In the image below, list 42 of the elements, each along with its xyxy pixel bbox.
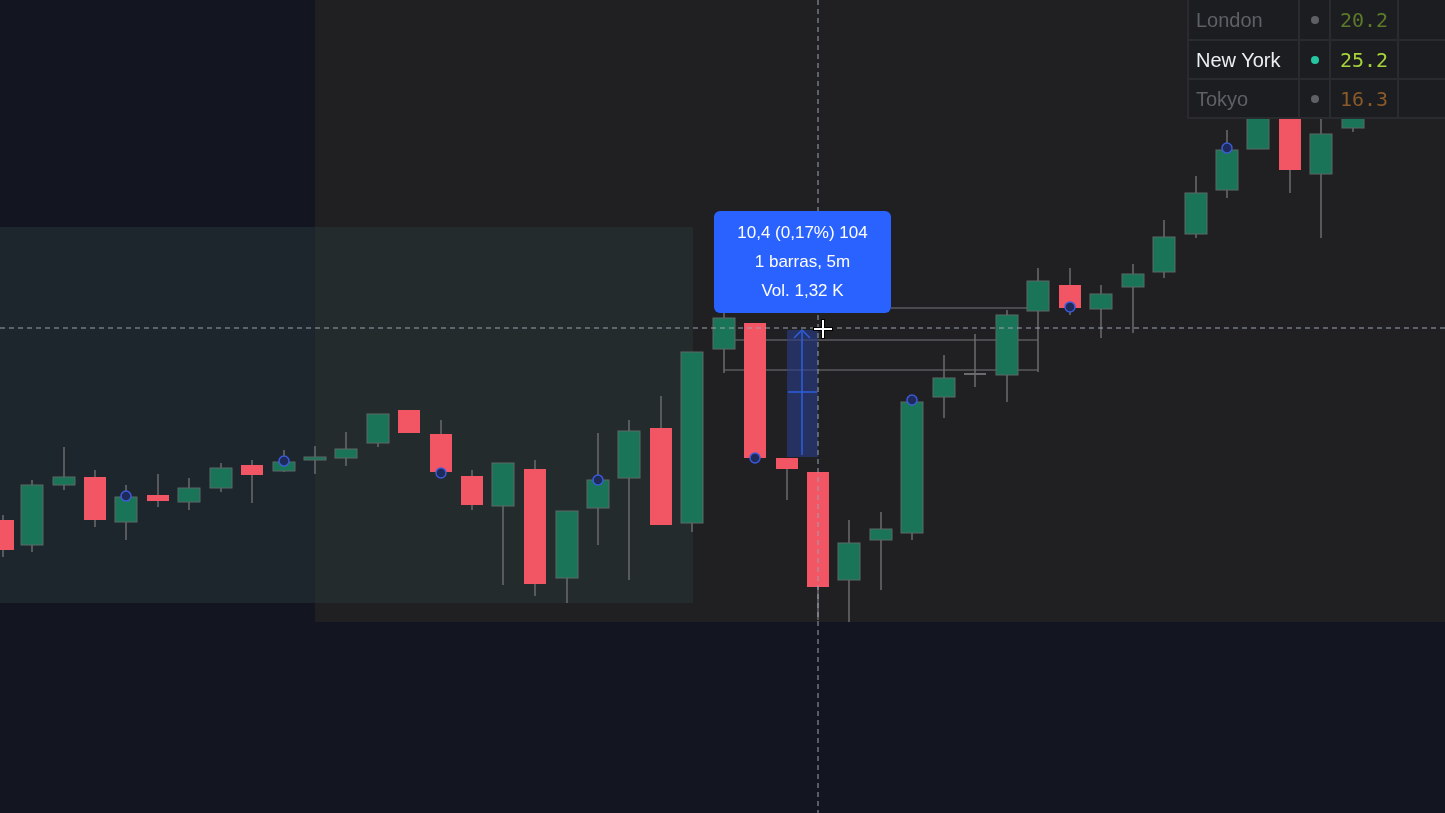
- tooltip-text: Vol. 1,32 K: [761, 280, 844, 302]
- signal-marker: [1064, 301, 1076, 313]
- candle: [84, 469, 106, 528]
- candle: [366, 413, 390, 448]
- candle: [147, 473, 169, 508]
- candle: [1184, 175, 1208, 239]
- candle: [1341, 117, 1365, 133]
- candle: [776, 457, 798, 501]
- candle: [1215, 129, 1239, 199]
- candle: [461, 469, 483, 511]
- session-value: 16.3: [1339, 85, 1389, 113]
- signal-marker: [278, 455, 290, 467]
- signal-marker: [120, 490, 132, 502]
- candle: [52, 446, 76, 491]
- candle: [114, 484, 138, 541]
- signal-marker: [592, 474, 604, 486]
- session-name: Tokyo: [1195, 86, 1250, 112]
- candle: [209, 462, 233, 493]
- candle: [1089, 284, 1113, 339]
- session-value: 25.2: [1339, 46, 1389, 74]
- candle: [241, 459, 263, 504]
- candle: [303, 445, 327, 475]
- candle: [932, 354, 956, 419]
- signal-marker: [1221, 142, 1233, 154]
- tooltip-text: 1 barras, 5m: [754, 251, 851, 273]
- candle: [272, 449, 296, 473]
- doji-candle: [964, 333, 986, 388]
- session-name: London: [1195, 7, 1264, 33]
- candle: [1246, 117, 1270, 150]
- candle: [1152, 219, 1176, 279]
- candle: [334, 431, 358, 467]
- candle: [1121, 263, 1145, 334]
- signal-marker: [435, 467, 447, 479]
- signal-marker: [749, 452, 761, 464]
- crosshair-cursor-icon: [811, 317, 835, 341]
- tooltip-text: 10,4 (0,17%) 104: [737, 222, 868, 244]
- candle: [0, 514, 14, 558]
- signal-marker: [906, 394, 918, 406]
- candle: [177, 477, 201, 511]
- candle: [398, 409, 420, 434]
- session-value: 20.2: [1339, 6, 1389, 34]
- session-name: New York: [1195, 47, 1282, 73]
